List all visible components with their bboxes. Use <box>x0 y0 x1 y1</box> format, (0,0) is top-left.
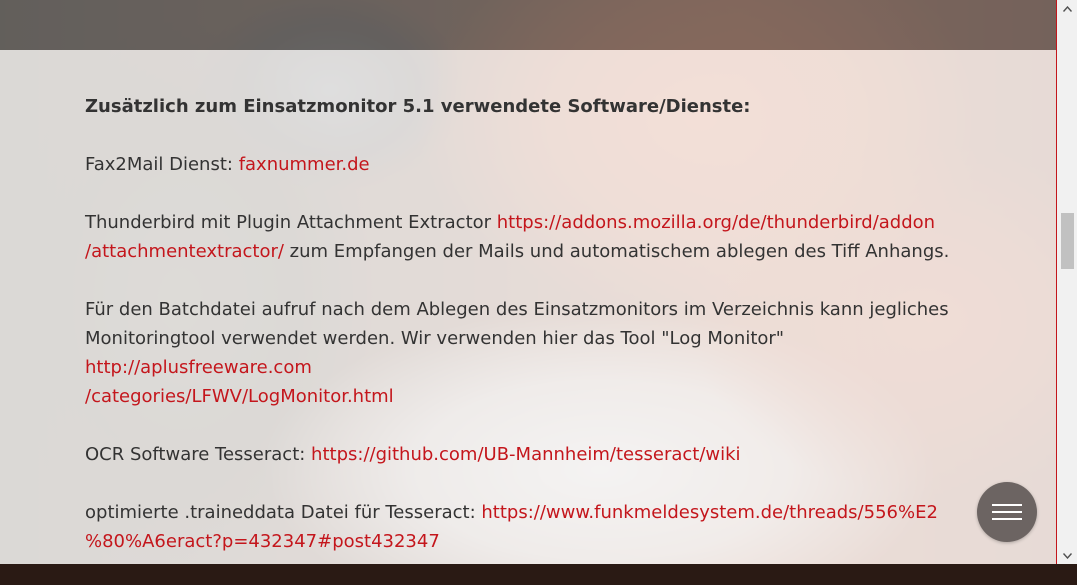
ocr-text: OCR Software Tesseract: <box>85 444 312 465</box>
logmonitor-link-line1: http://aplusfreeware.com <box>85 357 312 378</box>
batch-paragraph: Für den Batchdatei aufruf nach dem Ableg… <box>85 295 965 411</box>
traineddata-text: optimierte .traineddata Datei für Tesser… <box>85 502 482 523</box>
thunderbird-paragraph: Thunderbird mit Plugin Attachment Extrac… <box>85 208 965 266</box>
funkmeldesystem-link-line2: %80%A6eract?p=432347#post432347 <box>85 531 440 552</box>
tesseract-wiki-link[interactable]: https://github.com/UB-Mannheim/tesseract… <box>311 444 741 465</box>
section-heading: Zusätzlich zum Einsatzmonitor 5.1 verwen… <box>85 96 751 117</box>
logmonitor-link-line2: /categories/LFWV/LogMonitor.html <box>85 386 394 407</box>
vertical-scrollbar[interactable] <box>1056 0 1077 564</box>
batch-text-line2: Monitoringtool verwendet werden. Wir ver… <box>85 328 785 349</box>
header-bar <box>0 0 1056 50</box>
thunderbird-addon-link-line2: /attachmentextractor/ <box>85 241 284 262</box>
fax-text: Fax2Mail Dienst: <box>85 154 239 175</box>
scrollbar-thumb[interactable] <box>1061 213 1074 269</box>
hamburger-menu-icon <box>992 504 1022 520</box>
funkmeldesystem-link-line1: https://www.funkmeldesystem.de/threads/5… <box>481 502 938 523</box>
chevron-down-icon[interactable] <box>1057 547 1077 564</box>
ocr-paragraph: OCR Software Tesseract: https://github.c… <box>85 440 965 469</box>
main-content: Zusätzlich zum Einsatzmonitor 5.1 verwen… <box>85 92 965 585</box>
fax-paragraph: Fax2Mail Dienst: faxnummer.de <box>85 150 965 179</box>
thunderbird-text-after: zum Empfangen der Mails und automatische… <box>283 241 950 262</box>
thunderbird-addon-link-line1: https://addons.mozilla.org/de/thunderbir… <box>496 212 936 233</box>
logmonitor-link[interactable]: http://aplusfreeware.com/categories/LFWV… <box>85 357 394 407</box>
faxnummer-link[interactable]: faxnummer.de <box>239 154 370 175</box>
menu-button[interactable] <box>977 482 1037 542</box>
thunderbird-text: Thunderbird mit Plugin Attachment Extrac… <box>85 212 497 233</box>
batch-text-line1: Für den Batchdatei aufruf nach dem Ableg… <box>85 299 949 320</box>
traineddata-paragraph: optimierte .traineddata Datei für Tesser… <box>85 498 965 556</box>
chevron-up-icon[interactable] <box>1057 0 1077 17</box>
